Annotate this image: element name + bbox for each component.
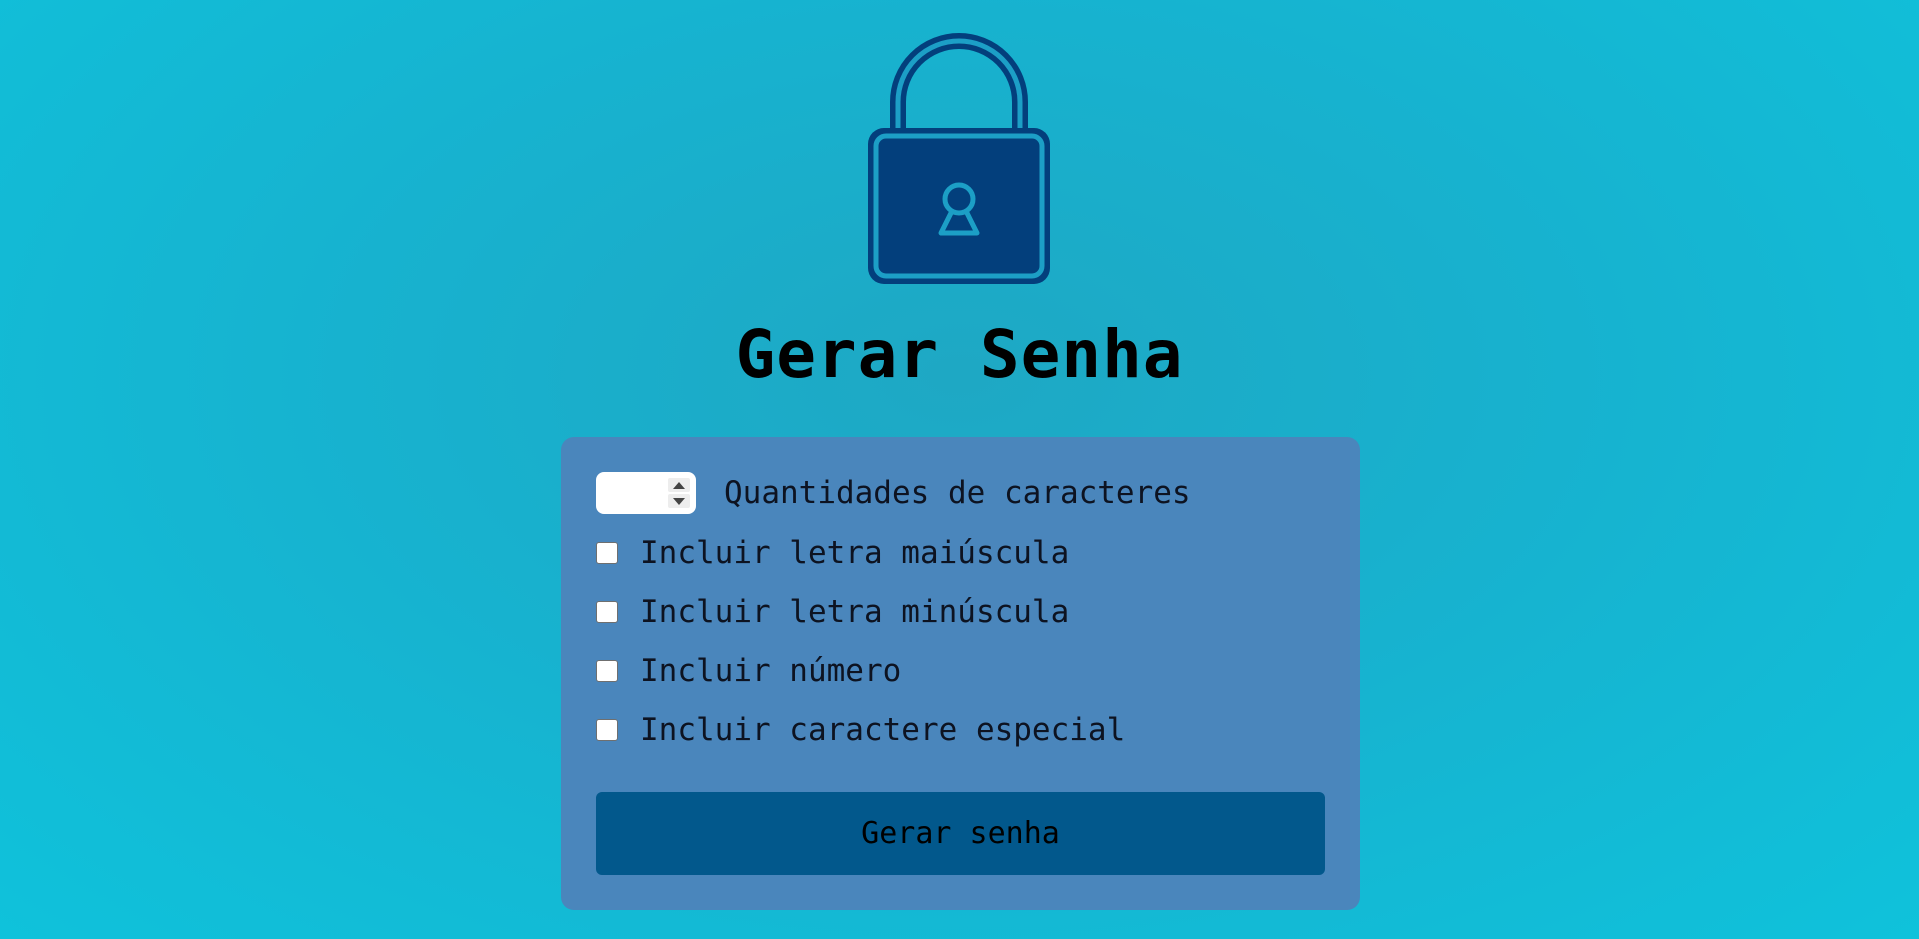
option-row-special: Incluir caractere especial — [596, 712, 1125, 748]
number-spinner[interactable] — [668, 478, 690, 508]
chevron-up-icon — [673, 481, 685, 489]
lowercase-label[interactable]: Incluir letra minúscula — [640, 594, 1069, 630]
option-row-number: Incluir número — [596, 653, 901, 689]
option-row-lowercase: Incluir letra minúscula — [596, 594, 1069, 630]
lowercase-checkbox[interactable] — [596, 601, 618, 623]
padlock-icon — [864, 26, 1054, 288]
option-row-uppercase: Incluir letra maiúscula — [596, 535, 1069, 571]
uppercase-checkbox[interactable] — [596, 542, 618, 564]
number-checkbox[interactable] — [596, 660, 618, 682]
length-row: Quantidades de caracteres — [596, 472, 1191, 514]
generate-password-button[interactable]: Gerar senha — [596, 792, 1325, 875]
password-options-panel: Quantidades de caracteres Incluir letra … — [561, 437, 1360, 910]
number-label[interactable]: Incluir número — [640, 653, 901, 689]
special-char-label[interactable]: Incluir caractere especial — [640, 712, 1125, 748]
special-char-checkbox[interactable] — [596, 719, 618, 741]
decrement-button[interactable] — [668, 494, 690, 508]
length-number-input[interactable] — [596, 472, 696, 514]
uppercase-label[interactable]: Incluir letra maiúscula — [640, 535, 1069, 571]
chevron-down-icon — [673, 497, 685, 505]
increment-button[interactable] — [668, 478, 690, 492]
page-title: Gerar Senha — [735, 316, 1184, 393]
length-label: Quantidades de caracteres — [724, 475, 1191, 511]
